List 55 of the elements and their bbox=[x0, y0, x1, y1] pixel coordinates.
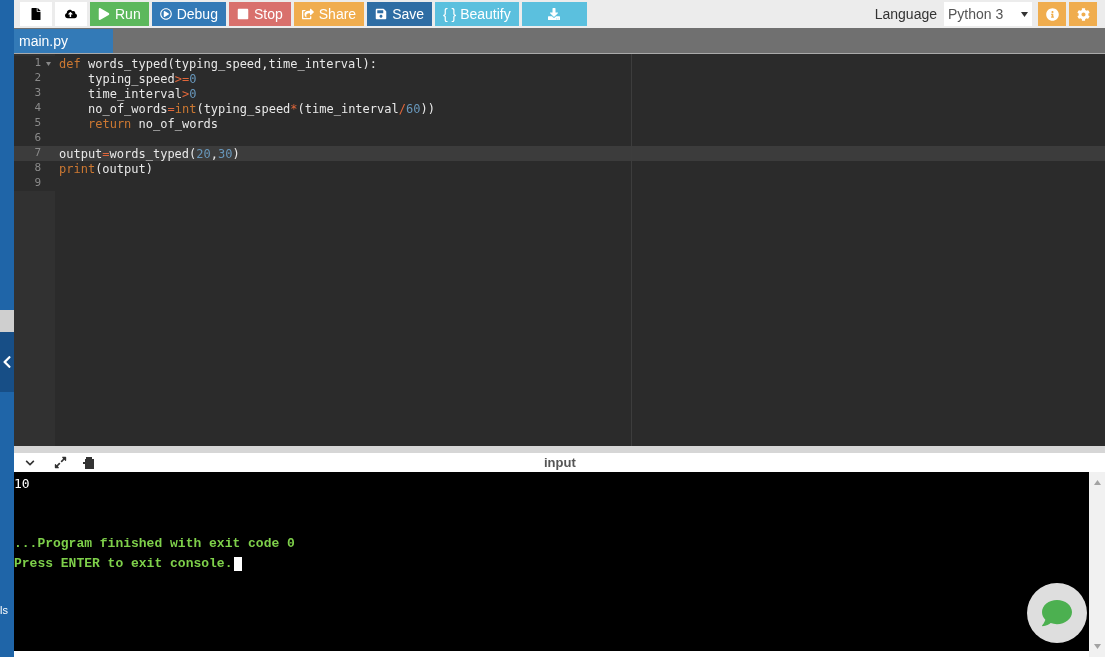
line-number: 7 bbox=[33, 145, 41, 162]
line-number: 4 bbox=[33, 100, 41, 117]
console-line: 10 bbox=[14, 475, 30, 494]
language-select[interactable]: Python 3 bbox=[944, 2, 1032, 26]
caret-icon bbox=[1021, 11, 1028, 17]
scroll-up-arrow-icon[interactable] bbox=[1093, 480, 1101, 485]
code-line: return no_of_words bbox=[87, 116, 219, 133]
expand-icon[interactable] bbox=[54, 456, 67, 469]
info-button[interactable] bbox=[1038, 2, 1066, 26]
download-button[interactable] bbox=[521, 2, 587, 26]
console-line: ...Program finished with exit code 0 bbox=[14, 535, 295, 554]
file-button[interactable] bbox=[20, 2, 52, 26]
collapse-tab[interactable] bbox=[0, 332, 14, 392]
file-icon bbox=[30, 8, 42, 20]
code-line: typing_speed>=0 bbox=[87, 71, 197, 88]
code-line: no_of_words=int(typing_speed*(time_interval/60)) bbox=[87, 101, 435, 118]
toolbar-button[interactable]: Save bbox=[367, 2, 433, 26]
settings-button[interactable] bbox=[1069, 2, 1097, 26]
clipboard-icon[interactable] bbox=[83, 456, 95, 469]
console-line: Press ENTER to exit console. bbox=[14, 555, 233, 574]
code-line: output=words_typed(20,30) bbox=[59, 145, 240, 163]
chevron-down-icon[interactable] bbox=[24, 457, 36, 468]
line-number: 2 bbox=[33, 70, 41, 87]
toolbar-button[interactable]: Stop bbox=[228, 2, 291, 26]
fold-arrow-icon[interactable] bbox=[45, 61, 51, 66]
scroll-down-arrow-icon[interactable] bbox=[1093, 644, 1101, 649]
stop-icon bbox=[236, 8, 249, 20]
line-number: 5 bbox=[33, 115, 41, 132]
language-label: Language bbox=[874, 4, 937, 24]
line-number: 9 bbox=[33, 175, 41, 192]
code-line: def words_typed(typing_speed,time_interval): bbox=[59, 55, 377, 73]
line-number: 6 bbox=[33, 130, 41, 147]
cloud-upload-button[interactable] bbox=[55, 2, 87, 26]
line-number: 8 bbox=[33, 160, 41, 177]
code-line: print(output) bbox=[59, 161, 153, 178]
toolbar-button[interactable]: Run bbox=[90, 2, 149, 26]
toolbar-button[interactable]: Debug bbox=[151, 2, 226, 26]
sidebar-text: ls bbox=[0, 603, 9, 618]
line-number: 1 bbox=[33, 55, 41, 72]
console-output[interactable]: 10 ...Program finished with exit code 0 Press ENTER to exit console. bbox=[14, 472, 1089, 651]
code-line: time_interval>0 bbox=[87, 86, 197, 103]
text-cursor bbox=[234, 557, 243, 571]
settings-icon bbox=[1076, 7, 1090, 21]
file-tab[interactable]: main.py bbox=[14, 29, 113, 53]
play-icon bbox=[98, 8, 110, 20]
cloud-upload-icon bbox=[65, 8, 77, 20]
line-number: 3 bbox=[33, 85, 41, 102]
chevron-left-icon bbox=[2, 355, 12, 369]
save-icon bbox=[375, 8, 388, 20]
download-icon bbox=[548, 8, 561, 20]
console-title: input bbox=[544, 454, 576, 472]
scrollbar[interactable] bbox=[1089, 472, 1105, 657]
chat-bubble-icon bbox=[1042, 598, 1072, 628]
share-icon bbox=[301, 8, 314, 20]
info-icon bbox=[1045, 7, 1059, 21]
